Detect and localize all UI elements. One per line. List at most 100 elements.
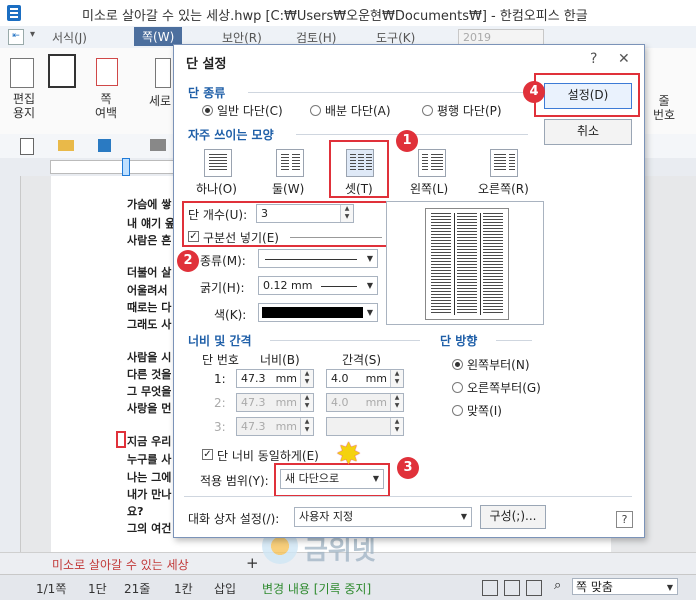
direction-heading: 단 방향 (440, 334, 478, 348)
presets-heading: 자주 쓰이는 모양 (188, 128, 274, 142)
two-column-icon[interactable] (276, 149, 304, 177)
apply-scope-label: 적용 범위(Y): (200, 474, 269, 488)
pin-icon[interactable]: ⇤ (8, 29, 24, 45)
dialog-settings-value: 사용자 지정 (299, 510, 354, 523)
width-input-3[interactable]: 47.3 mm ▲ ▼ (236, 417, 314, 436)
view-mode-icon[interactable] (504, 580, 520, 596)
thickness-select[interactable]: 0.12 mm ▼ (258, 276, 378, 295)
star-icon: ✸ (336, 437, 362, 472)
spin-arrows-icon[interactable]: ▲ ▼ (390, 418, 403, 435)
menu-format[interactable]: 서식(J) (52, 29, 87, 46)
radio-facing[interactable] (452, 405, 463, 416)
divider (270, 340, 420, 341)
left-column-icon[interactable] (418, 149, 446, 177)
dialog-settings-select[interactable]: 사용자 지정 ▼ (294, 507, 472, 527)
column-count-input[interactable]: 3 ▲ ▼ (256, 204, 354, 223)
equal-width-label[interactable]: 단 너비 동일하게(E) (217, 447, 319, 464)
open-folder-icon[interactable] (58, 140, 74, 151)
three-column-icon[interactable] (346, 149, 374, 177)
doc-line: 누구를 사 (127, 453, 172, 466)
divider-checkbox-label[interactable]: 구분선 넣기(E) (203, 229, 279, 246)
save-icon[interactable] (98, 139, 111, 152)
doc-line: 때로는 다 (127, 301, 172, 314)
doc-line: 지금 우리 (127, 435, 172, 448)
spin-arrows-icon[interactable]: ▲ ▼ (300, 394, 313, 411)
radio-normal-column-label[interactable]: 일반 다단(C) (217, 102, 283, 119)
radio-left-to-right[interactable] (452, 359, 463, 370)
unit-label: mm (365, 372, 387, 385)
radio-normal-column[interactable] (202, 105, 213, 116)
preset-three-label[interactable]: 셋(T) (345, 180, 373, 197)
doc-line: 더불어 살 (127, 266, 172, 279)
width-value: 47.3 (241, 396, 266, 409)
add-tab-icon[interactable]: + (246, 554, 259, 572)
preset-two-label[interactable]: 둘(W) (272, 180, 304, 197)
line-number-label[interactable]: 줄 번호 (644, 94, 684, 122)
width-input-1[interactable]: 47.3 mm ▲ ▼ (236, 369, 314, 388)
apply-scope-select[interactable]: 새 다단으로 ▼ (280, 469, 384, 489)
ok-button[interactable]: 설정(D) (544, 83, 632, 109)
equal-width-checkbox[interactable]: ✓ (202, 449, 213, 460)
divider-sample-line (290, 237, 382, 238)
radio-right-to-left-label[interactable]: 오른쪽부터(G) (467, 379, 541, 396)
radio-distributed-column-label[interactable]: 배분 다단(A) (325, 102, 391, 119)
view-mode-icon[interactable] (526, 580, 542, 596)
doc-line: 사랑을 먼 (127, 402, 172, 415)
width-gap-heading: 너비 및 간격 (188, 334, 252, 348)
spin-arrows-icon[interactable]: ▲ ▼ (300, 418, 313, 435)
preset-right-label[interactable]: 오른쪽(R) (478, 180, 529, 197)
spin-arrows-icon[interactable]: ▲ ▼ (390, 370, 403, 387)
gap-input-2[interactable]: 4.0 mm ▲ ▼ (326, 393, 404, 412)
chevron-down-icon: ▼ (366, 254, 373, 263)
page-margin-label[interactable]: 쪽 여백 (86, 92, 126, 120)
radio-right-to-left[interactable] (452, 382, 463, 393)
status-tracking[interactable]: 변경 내용 [기록 중지] (262, 580, 371, 597)
color-label: 색(K): (214, 308, 247, 322)
unit-label: mm (365, 396, 387, 409)
dialog-settings-label: 대화 상자 설정(/): (188, 512, 280, 526)
config-button[interactable]: 구성(;)... (480, 505, 546, 529)
radio-facing-label[interactable]: 맞쪽(I) (467, 402, 502, 419)
help-icon[interactable]: ? (590, 51, 597, 67)
doc-line: 다른 것을 (127, 368, 172, 381)
radio-parallel-column[interactable] (422, 105, 433, 116)
indent-marker[interactable] (122, 158, 130, 176)
print-icon[interactable] (150, 139, 166, 151)
status-insert[interactable]: 삽입 (214, 580, 236, 597)
document-tab[interactable]: 미소로 살아갈 수 있는 세상 (52, 556, 189, 573)
right-column-icon[interactable] (490, 149, 518, 177)
doc-line: 그래도 사 (127, 318, 172, 331)
divider-checkbox[interactable]: ✓ (188, 231, 199, 242)
spin-arrows-icon[interactable]: ▲ ▼ (390, 394, 403, 411)
hwp-app-icon (7, 5, 21, 21)
spin-arrows-icon[interactable]: ▲ ▼ (300, 370, 313, 387)
zoom-magnifier-icon[interactable]: ⌕ (554, 578, 561, 593)
new-doc-icon[interactable] (20, 138, 34, 155)
preset-left-label[interactable]: 왼쪽(L) (410, 180, 448, 197)
zoom-select[interactable]: 쪽 맞춤 ▼ (572, 578, 678, 595)
line-type-select[interactable]: ▼ (258, 249, 378, 268)
spin-arrows-icon[interactable]: ▲ ▼ (340, 205, 353, 222)
cancel-button[interactable]: 취소 (544, 119, 632, 145)
edit-paper-label[interactable]: 편집 용지 (4, 92, 44, 120)
preset-one-label[interactable]: 하나(O) (196, 180, 237, 197)
radio-distributed-column[interactable] (310, 105, 321, 116)
chevron-down-icon: ▼ (366, 308, 373, 317)
chevron-down-icon: ▼ (460, 512, 467, 521)
cursor-highlight (116, 431, 126, 448)
page-icon[interactable] (48, 54, 76, 88)
gap-input-1[interactable]: 4.0 mm ▲ ▼ (326, 369, 404, 388)
vertical-ruler[interactable] (0, 176, 21, 552)
gap-input-3[interactable]: ▲ ▼ (326, 417, 404, 436)
view-mode-icon[interactable] (482, 580, 498, 596)
divider (248, 92, 528, 93)
radio-left-to-right-label[interactable]: 왼쪽부터(N) (467, 356, 530, 373)
color-select[interactable]: ▼ (258, 303, 378, 322)
step-badge-3: 3 (397, 457, 419, 479)
radio-parallel-column-label[interactable]: 평행 다단(P) (437, 102, 502, 119)
one-column-icon[interactable] (204, 149, 232, 177)
width-input-2[interactable]: 47.3 mm ▲ ▼ (236, 393, 314, 412)
help-icon[interactable]: ? (616, 511, 633, 528)
close-icon[interactable]: ✕ (618, 51, 630, 67)
dropdown-icon[interactable]: ▾ (30, 29, 35, 40)
